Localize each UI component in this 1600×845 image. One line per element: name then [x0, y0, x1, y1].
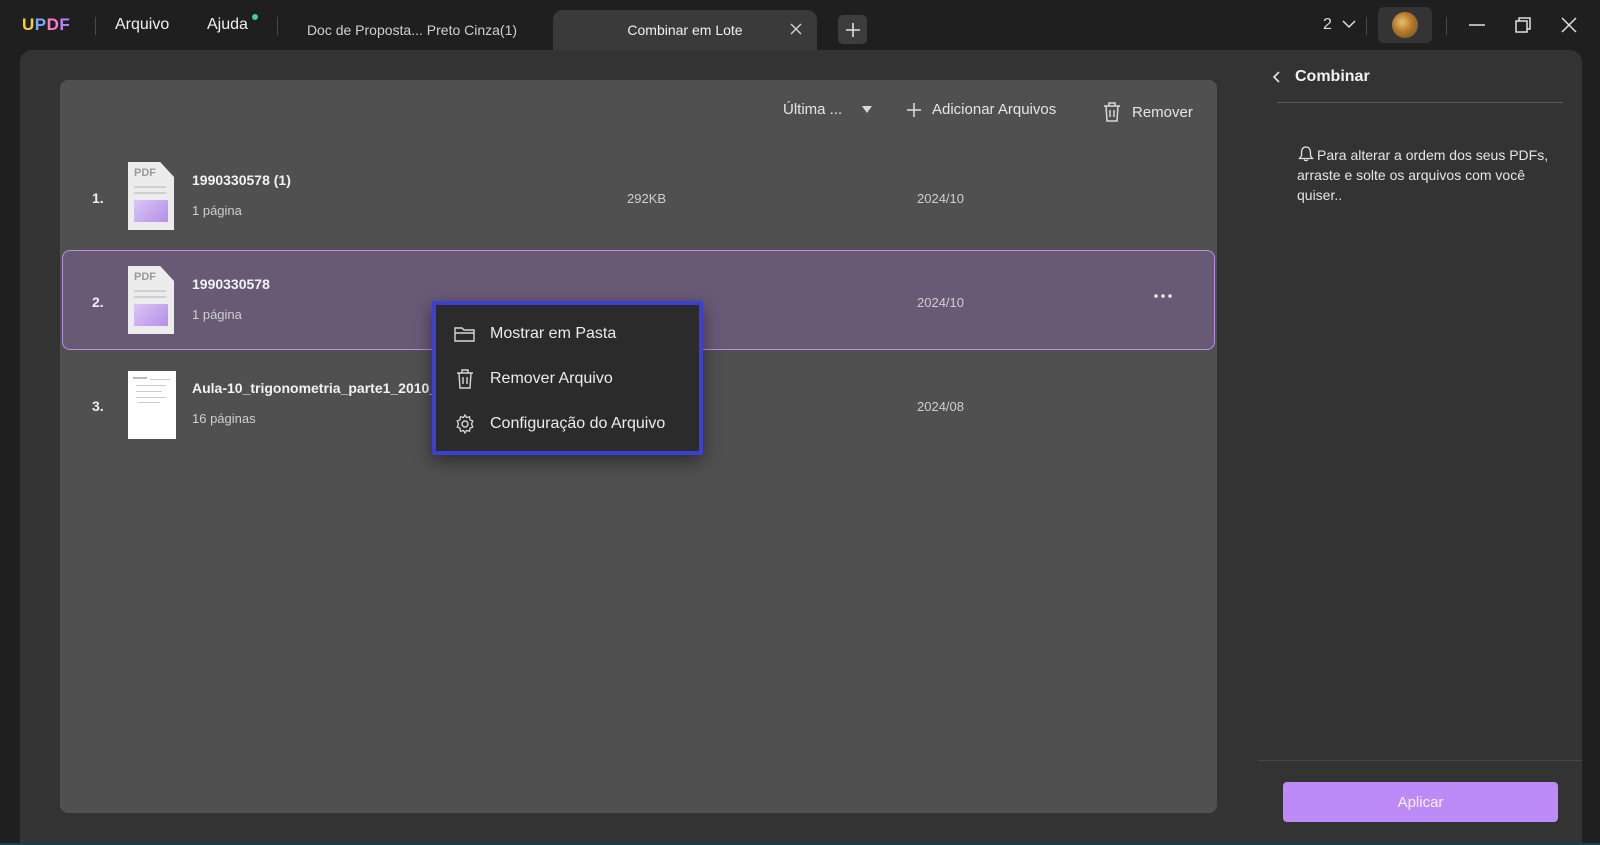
- file-name: 1990330578 (1): [192, 172, 291, 188]
- trash-icon: [457, 369, 473, 389]
- divider: [1258, 760, 1582, 761]
- file-date: 2024/10: [917, 295, 964, 310]
- avatar: [1392, 12, 1418, 38]
- tip-text: Para alterar a ordem dos seus PDFs, arra…: [1297, 145, 1559, 205]
- menu-item-file-settings[interactable]: Configuração do Arquivo: [454, 409, 665, 439]
- menu-item-label: Remover Arquivo: [490, 370, 613, 387]
- sort-label: Última ...: [783, 101, 843, 118]
- close-window-icon[interactable]: [1558, 14, 1580, 36]
- window-count-value: 2: [1323, 16, 1332, 33]
- thumb-label: PDF: [134, 167, 156, 179]
- divider: [1366, 17, 1367, 35]
- remove-label: Remover: [1132, 103, 1193, 121]
- window-count[interactable]: 2: [1323, 16, 1356, 34]
- add-files-button[interactable]: Adicionar Arquivos: [906, 101, 1056, 118]
- panel-title: Combinar: [1295, 68, 1370, 85]
- menu-item-remove-file[interactable]: Remover Arquivo: [454, 364, 613, 394]
- menu-file[interactable]: Arquivo: [115, 16, 169, 34]
- divider: [1446, 17, 1447, 35]
- divider: [95, 17, 96, 35]
- file-date: 2024/08: [917, 399, 964, 414]
- add-files-label: Adicionar Arquivos: [932, 101, 1057, 118]
- remove-button[interactable]: Remover: [1102, 101, 1193, 123]
- menu-item-label: Configuração do Arquivo: [490, 415, 666, 432]
- file-row[interactable]: 1. PDF 1990330578 (1) 1 página 292KB 202…: [62, 148, 1215, 248]
- file-pages: 1 página: [192, 307, 242, 322]
- title-bar: UPDF Arquivo Ajuda Doc de Proposta... Pr…: [0, 0, 1600, 50]
- back-arrow-icon[interactable]: [1270, 70, 1284, 84]
- tab-label: Doc de Proposta... Preto Cinza(1): [306, 22, 518, 38]
- gear-icon: [456, 413, 474, 435]
- user-avatar-button[interactable]: [1378, 7, 1432, 43]
- tab-label: Combinar em Lote: [627, 22, 743, 38]
- divider: [277, 17, 278, 35]
- file-size: 292KB: [627, 191, 667, 206]
- apply-button[interactable]: Aplicar: [1283, 782, 1558, 822]
- file-date: 2024/10: [917, 191, 964, 206]
- file-pages: 16 páginas: [192, 411, 256, 426]
- menu-help[interactable]: Ajuda: [207, 16, 248, 34]
- bell-icon: [1298, 146, 1314, 162]
- caret-down-icon: [862, 105, 873, 113]
- close-tab-icon[interactable]: [787, 20, 805, 38]
- menu-item-show-in-folder[interactable]: Mostrar em Pasta: [454, 319, 616, 349]
- updf-logo[interactable]: UPDF: [22, 15, 70, 35]
- chevron-down-icon: [1342, 20, 1356, 29]
- row-index: 1.: [92, 190, 104, 206]
- menu-item-label: Mostrar em Pasta: [490, 325, 617, 342]
- tip-message: Para alterar a ordem dos seus PDFs, arra…: [1297, 147, 1549, 203]
- add-tab-button[interactable]: [838, 15, 867, 44]
- divider: [1277, 102, 1563, 103]
- trash-icon: [1104, 102, 1120, 122]
- pdf-thumbnail: PDF: [128, 162, 174, 230]
- folder-icon: [454, 327, 475, 342]
- file-pages: 1 página: [192, 203, 242, 218]
- notification-dot: [252, 14, 258, 20]
- document-thumbnail: [128, 371, 176, 439]
- file-name: Aula-10_trigonometria_parte1_2010_: [192, 380, 438, 396]
- plus-icon: [907, 102, 921, 117]
- context-menu: Mostrar em Pasta Remover Arquivo Configu…: [432, 301, 703, 455]
- tab-document[interactable]: Doc de Proposta... Preto Cinza(1): [283, 10, 541, 50]
- thumb-label: PDF: [134, 271, 156, 283]
- plus-icon: [845, 22, 860, 37]
- file-name: 1990330578: [192, 276, 270, 292]
- tab-batch-combine[interactable]: Combinar em Lote: [553, 10, 817, 50]
- pdf-thumbnail: PDF: [128, 266, 174, 334]
- minimize-icon[interactable]: [1466, 14, 1488, 36]
- sort-dropdown[interactable]: Última ...: [783, 101, 873, 118]
- row-index: 2.: [92, 294, 104, 310]
- restore-icon[interactable]: [1512, 14, 1534, 36]
- row-index: 3.: [92, 398, 104, 414]
- more-options-icon[interactable]: [1153, 293, 1173, 299]
